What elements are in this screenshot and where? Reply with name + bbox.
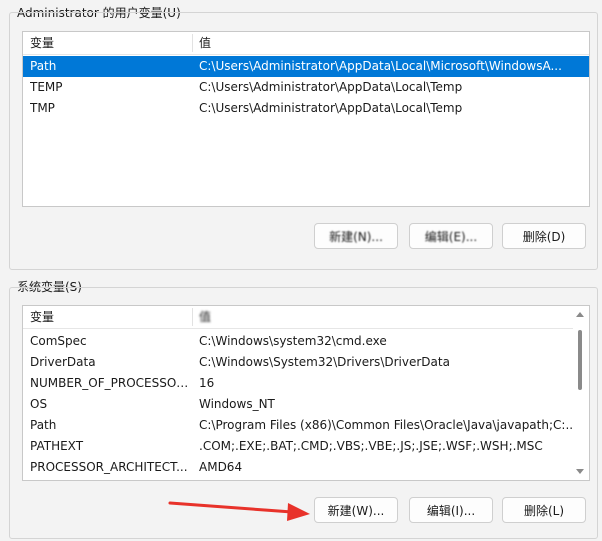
var-name: ComSpec (30, 334, 87, 348)
var-name: Path (30, 59, 57, 73)
table-row[interactable]: Path C:\Users\Administrator\AppData\Loca… (23, 56, 589, 77)
col-variable-header[interactable]: 变量 (30, 306, 54, 328)
var-name: PATHEXT (30, 439, 84, 453)
col-variable-header[interactable]: 变量 (30, 32, 54, 54)
column-separator[interactable] (192, 308, 193, 326)
var-value: C:\Users\Administrator\AppData\Local\Mic… (199, 59, 562, 73)
var-value: Windows_NT (199, 397, 275, 411)
var-name: DriverData (30, 355, 96, 369)
system-edit-button[interactable]: 编辑(I)... (409, 497, 493, 523)
var-value: .COM;.EXE;.BAT;.CMD;.VBS;.VBE;.JS;.JSE;.… (199, 439, 543, 453)
user-delete-label: 删除(D) (522, 230, 566, 244)
user-new-button[interactable]: 新建(N)... (314, 223, 398, 249)
scroll-up-icon[interactable] (576, 312, 584, 317)
user-delete-button[interactable]: 删除(D) (502, 223, 586, 249)
table-row[interactable]: TEMP C:\Users\Administrator\AppData\Loca… (23, 77, 589, 98)
var-value: AMD64 (199, 460, 243, 474)
table-row[interactable]: TMP C:\Users\Administrator\AppData\Local… (23, 98, 589, 119)
table-row[interactable]: PATHEXT .COM;.EXE;.BAT;.CMD;.VBS;.VBE;.J… (23, 436, 589, 457)
user-edit-button[interactable]: 编辑(E)... (409, 223, 493, 249)
var-value: C:\Windows\System32\Drivers\DriverData (199, 355, 450, 369)
table-row[interactable]: ComSpec C:\Windows\system32\cmd.exe (23, 331, 589, 352)
system-vars-header: 变量 值 (23, 306, 589, 329)
table-row[interactable]: PROCESSOR_ARCHITECT... AMD64 (23, 457, 589, 478)
var-value: 16 (199, 376, 215, 390)
table-row[interactable]: OS Windows_NT (23, 394, 589, 415)
user-new-label: 新建(N)... (329, 230, 383, 244)
system-new-button[interactable]: 新建(W)... (314, 497, 398, 523)
user-vars-list[interactable]: 变量 值 Path C:\Users\Administrator\AppData… (22, 31, 590, 207)
system-delete-button[interactable]: 删除(L) (502, 497, 586, 523)
var-name: OS (30, 397, 48, 411)
system-new-label: 新建(W)... (327, 504, 385, 518)
system-edit-label: 编辑(I)... (426, 504, 476, 518)
table-row[interactable]: Path C:\Program Files (x86)\Common Files… (23, 415, 589, 436)
table-row[interactable]: NUMBER_OF_PROCESSORS 16 (23, 373, 589, 394)
var-name: PROCESSOR_ARCHITECT... (30, 460, 188, 474)
system-vars-list[interactable]: 变量 值 ComSpec C:\Windows\system32\cmd.exe… (22, 305, 590, 481)
col-value-header[interactable]: 值 (199, 32, 211, 54)
column-separator[interactable] (192, 34, 193, 52)
user-edit-label: 编辑(E)... (424, 230, 478, 244)
var-value: C:\Users\Administrator\AppData\Local\Tem… (199, 101, 463, 115)
var-name: Path (30, 418, 57, 432)
var-name: TMP (30, 101, 55, 115)
var-name: NUMBER_OF_PROCESSORS (30, 376, 190, 390)
table-row[interactable]: DriverData C:\Windows\System32\Drivers\D… (23, 352, 589, 373)
var-value: C:\Program Files (x86)\Common Files\Orac… (199, 418, 577, 432)
system-delete-label: 删除(L) (523, 504, 565, 518)
scroll-thumb[interactable] (578, 330, 582, 390)
var-value: C:\Users\Administrator\AppData\Local\Tem… (199, 80, 463, 94)
vertical-scrollbar[interactable] (573, 306, 589, 480)
col-value-header[interactable]: 值 (199, 306, 211, 328)
scroll-down-icon[interactable] (576, 469, 584, 474)
var-value: C:\Windows\system32\cmd.exe (199, 334, 387, 348)
user-vars-header: 变量 值 (23, 32, 589, 55)
var-name: TEMP (30, 80, 63, 94)
